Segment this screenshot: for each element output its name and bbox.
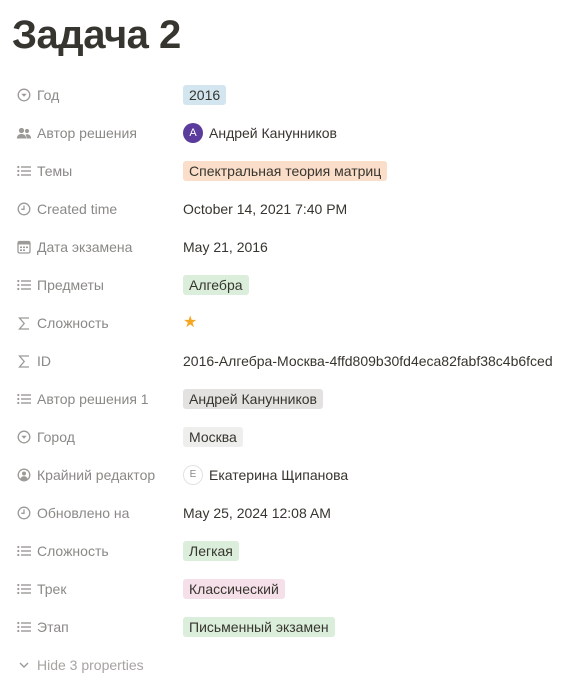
select-tag: Москва xyxy=(183,427,243,447)
property-label: Сложность xyxy=(37,315,109,331)
property-value-topics[interactable]: Спектральная теория матриц xyxy=(176,156,576,186)
sigma-icon xyxy=(16,315,32,331)
property-row-solution-author-1: Автор решения 1 Андрей Канунников xyxy=(0,380,587,418)
avatar: Е xyxy=(183,465,203,485)
property-row-difficulty-rating: Сложность ★ xyxy=(0,304,587,342)
property-name-solution-author[interactable]: Автор решения xyxy=(8,118,174,148)
multi-select-tag: Легкая xyxy=(183,541,239,561)
multi-select-tag: Классический xyxy=(183,579,285,599)
page-title[interactable]: Задача 2 xyxy=(12,10,181,60)
person-chip: Е Екатерина Щипанова xyxy=(183,465,348,485)
person-name: Екатерина Щипанова xyxy=(209,467,349,483)
property-label: Created time xyxy=(37,201,118,217)
property-name-track[interactable]: Трек xyxy=(8,574,174,604)
property-row-last-editor: Крайний редактор Е Екатерина Щипанова xyxy=(0,456,587,494)
property-name-solution-author-1[interactable]: Автор решения 1 xyxy=(8,384,174,414)
property-row-year: Год 2016 xyxy=(0,76,587,114)
property-value-year[interactable]: 2016 xyxy=(176,80,576,110)
list-icon xyxy=(16,277,32,293)
property-name-year[interactable]: Год xyxy=(8,80,174,110)
select-icon xyxy=(16,87,32,103)
property-row-solution-author: Автор решения A Андрей Канунников xyxy=(0,114,587,152)
sigma-icon xyxy=(16,353,32,369)
property-label: Год xyxy=(37,87,60,103)
property-row-created-time: Created time October 14, 2021 7:40 PM xyxy=(0,190,587,228)
property-name-created-time[interactable]: Created time xyxy=(8,194,174,224)
multi-select-tag: Письменный экзамен xyxy=(183,617,335,637)
property-label: ID xyxy=(37,353,51,369)
multi-select-tag: Спектральная теория матриц xyxy=(183,161,388,181)
chevron-down-icon xyxy=(16,657,32,673)
property-name-updated-at[interactable]: Обновлено на xyxy=(8,498,174,528)
clock-icon xyxy=(16,201,32,217)
list-icon xyxy=(16,163,32,179)
property-value-difficulty[interactable]: Легкая xyxy=(176,536,576,566)
property-row-stage: Этап Письменный экзамен xyxy=(0,608,587,646)
property-row-updated-at: Обновлено на May 25, 2024 12:08 AM xyxy=(0,494,587,532)
formula-value: 2016-Алгебра-Москва-4ffd809b30fd4eca82fa… xyxy=(183,353,553,369)
property-name-city[interactable]: Город xyxy=(8,422,174,452)
calendar-icon xyxy=(16,239,32,255)
property-row-subjects: Предметы Алгебра xyxy=(0,266,587,304)
property-value-track[interactable]: Классический xyxy=(176,574,576,604)
property-name-difficulty-rating[interactable]: Сложность xyxy=(8,308,174,338)
hide-properties-label: Hide 3 properties xyxy=(37,657,144,673)
property-value-id[interactable]: 2016-Алгебра-Москва-4ffd809b30fd4eca82fa… xyxy=(176,346,576,376)
user-circle-icon xyxy=(16,467,32,483)
property-label: Крайний редактор xyxy=(37,467,156,483)
property-name-subjects[interactable]: Предметы xyxy=(8,270,174,300)
property-name-topics[interactable]: Темы xyxy=(8,156,174,186)
select-tag: 2016 xyxy=(183,85,227,105)
property-label: Автор решения 1 xyxy=(37,391,149,407)
property-name-difficulty[interactable]: Сложность xyxy=(8,536,174,566)
property-value-created-time[interactable]: October 14, 2021 7:40 PM xyxy=(176,194,576,224)
avatar: A xyxy=(183,123,203,143)
property-label: Сложность xyxy=(37,543,109,559)
property-name-last-editor[interactable]: Крайний редактор xyxy=(8,460,174,490)
list-icon xyxy=(16,391,32,407)
property-value-solution-author-1[interactable]: Андрей Канунников xyxy=(176,384,576,414)
properties-list: Год 2016 Автор решения A Андрей Канунник… xyxy=(0,76,587,646)
property-value-exam-date[interactable]: May 21, 2016 xyxy=(176,232,576,262)
property-label: Город xyxy=(37,429,75,445)
property-row-id: ID 2016-Алгебра-Москва-4ffd809b30fd4eca8… xyxy=(0,342,587,380)
property-row-topics: Темы Спектральная теория матриц xyxy=(0,152,587,190)
property-label: Автор решения xyxy=(37,125,137,141)
property-label: Предметы xyxy=(37,277,104,293)
property-value-difficulty-rating[interactable]: ★ xyxy=(176,308,576,338)
select-icon xyxy=(16,429,32,445)
list-icon xyxy=(16,619,32,635)
people-icon xyxy=(16,125,32,141)
property-row-city: Город Москва xyxy=(0,418,587,456)
property-label: Обновлено на xyxy=(37,505,130,521)
multi-select-tag: Алгебра xyxy=(183,275,249,295)
list-icon xyxy=(16,581,32,597)
property-value-subjects[interactable]: Алгебра xyxy=(176,270,576,300)
property-label: Дата экзамена xyxy=(37,239,133,255)
property-name-stage[interactable]: Этап xyxy=(8,612,174,642)
list-icon xyxy=(16,543,32,559)
property-value-stage[interactable]: Письменный экзамен xyxy=(176,612,576,642)
property-row-exam-date: Дата экзамена May 21, 2016 xyxy=(0,228,587,266)
star-icon: ★ xyxy=(183,314,198,331)
hide-properties-button[interactable]: Hide 3 properties xyxy=(8,650,208,680)
property-name-id[interactable]: ID xyxy=(8,346,174,376)
property-label: Трек xyxy=(37,581,67,597)
date-value: May 25, 2024 12:08 AM xyxy=(183,505,331,521)
property-name-exam-date[interactable]: Дата экзамена xyxy=(8,232,174,262)
property-label: Этап xyxy=(37,619,69,635)
date-value: May 21, 2016 xyxy=(183,239,268,255)
person-name: Андрей Канунников xyxy=(209,125,337,141)
property-value-city[interactable]: Москва xyxy=(176,422,576,452)
person-chip: A Андрей Канунников xyxy=(183,123,337,143)
property-row-difficulty: Сложность Легкая xyxy=(0,532,587,570)
clock-icon xyxy=(16,505,32,521)
date-value: October 14, 2021 7:40 PM xyxy=(183,201,348,217)
property-value-updated-at[interactable]: May 25, 2024 12:08 AM xyxy=(176,498,576,528)
multi-select-tag: Андрей Канунников xyxy=(183,389,323,409)
property-label: Темы xyxy=(37,163,73,179)
property-row-track: Трек Классический xyxy=(0,570,587,608)
property-value-solution-author[interactable]: A Андрей Канунников xyxy=(176,118,576,148)
property-value-last-editor[interactable]: Е Екатерина Щипанова xyxy=(176,460,576,490)
